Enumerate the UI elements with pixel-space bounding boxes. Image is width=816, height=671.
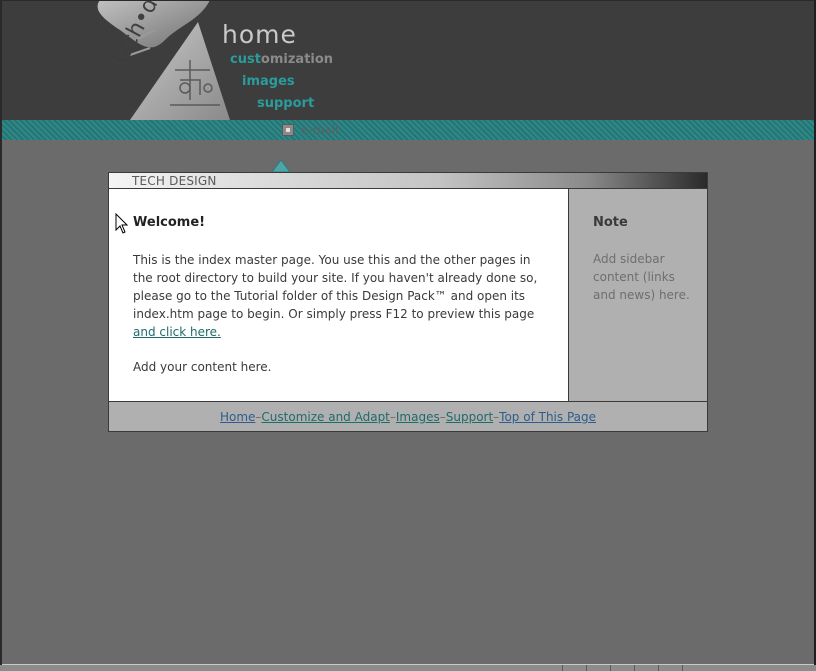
nav-link-email[interactable]: e-mail: [301, 123, 338, 137]
footer-link-support[interactable]: Support: [446, 410, 493, 424]
footer-link-images[interactable]: Images: [396, 410, 440, 424]
taskbar-segment: [610, 665, 633, 671]
mouse-cursor-icon: [115, 213, 129, 234]
triangle-marker-icon: [271, 159, 291, 173]
email-row[interactable]: e-mail: [282, 123, 338, 137]
nav-customization-prefix: cust: [230, 52, 261, 67]
sidebar-title: Note: [593, 215, 628, 230]
footer-link-customize[interactable]: Customize and Adapt: [261, 410, 389, 424]
main-body-text: This is the index master page. You use t…: [133, 251, 543, 341]
nav-link-customization[interactable]: customization: [230, 52, 333, 67]
footer-divider: [109, 401, 707, 402]
main-content: Welcome! This is the index master page. …: [109, 189, 569, 401]
main-body-paragraph: This is the index master page. You use t…: [133, 253, 538, 321]
taskbar-segment: [658, 665, 681, 671]
footer-link-top[interactable]: Top of This Page: [499, 410, 596, 424]
nav-link-support[interactable]: support: [257, 96, 314, 111]
footer-nav: Home–Customize and Adapt–Images–Support–…: [109, 410, 707, 424]
main-extra-text: Add your content here.: [133, 360, 272, 374]
taskbar-segment: [682, 665, 705, 671]
nav-link-images[interactable]: images: [242, 74, 295, 89]
box-header-label: TECH DESIGN: [132, 174, 217, 188]
sidebar: Note Add sidebar content (links and news…: [569, 189, 707, 401]
taskbar-segment: [634, 665, 657, 671]
content-box: TECH DESIGN Welcome! This is the index m…: [108, 172, 708, 432]
box-header-bar: TECH DESIGN: [109, 173, 707, 189]
nav-customization-rest: omization: [260, 52, 334, 67]
nav-link-home[interactable]: home: [222, 20, 297, 49]
taskbar-segment: [562, 665, 585, 671]
click-here-link[interactable]: and click here.: [133, 325, 221, 339]
main-title: Welcome!: [133, 215, 206, 230]
sidebar-body: Add sidebar content (links and news) her…: [593, 252, 690, 302]
email-icon[interactable]: [282, 124, 294, 136]
site-logo[interactable]: tech•design: [80, 0, 230, 130]
footer-link-home[interactable]: Home: [220, 410, 255, 424]
taskbar-segment: [586, 665, 609, 671]
